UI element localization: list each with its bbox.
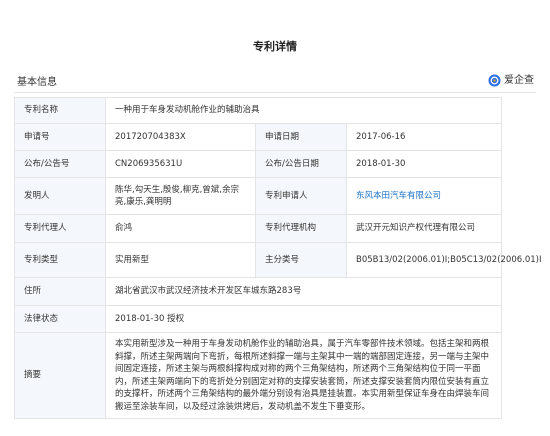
- table-row: 申请号 201720704383X 申请日期 2017-06-16: [14, 123, 503, 151]
- abstract-value: 本实用新型涉及一种用于车身发动机舱作业的辅助治具，属于汽车零部件技术领域。包括主…: [104, 332, 503, 419]
- aiqicha-link[interactable]: 爱企查: [488, 71, 534, 87]
- agent-value: 俞鸿: [105, 214, 256, 243]
- legal-status-value: 2018-01-30 授权: [104, 305, 503, 333]
- patent-name-value: 一种用于车身发动机舱作业的辅助治具: [104, 97, 503, 124]
- publication-number-value: CN206935631U: [105, 150, 256, 178]
- legal-status-label: 法律状态: [14, 305, 106, 333]
- table-row: 法律状态 2018-01-30 授权: [14, 305, 503, 333]
- inventor-label: 发明人: [14, 177, 106, 215]
- main-class-value: B05B13/02(2006.01)I;B05C13/02(2006.01)I: [345, 242, 542, 278]
- section-header: 基本信息 爱企查: [0, 63, 550, 93]
- agency-label: 专利代理机构: [255, 214, 347, 243]
- table-row: 发明人 陈华,勾天生,殷俊,柳克,曾斌,余宗亮,康乐,龚明明 专利申请人 东风本…: [14, 177, 503, 215]
- section-title: 基本信息: [17, 77, 57, 88]
- abstract-label: 摘要: [14, 332, 106, 419]
- patent-type-label: 专利类型: [14, 242, 106, 278]
- address-value: 湖北省武汉市武汉经济技术开发区车城东路283号: [104, 277, 503, 306]
- application-number-label: 申请号: [14, 123, 106, 151]
- publication-date-label: 公布/公告日期: [255, 150, 347, 178]
- agency-value: 武汉开元知识产权代理有限公司: [345, 214, 503, 243]
- application-date-value: 2017-06-16: [345, 123, 503, 151]
- table-row: 专利类型 实用新型 主分类号 B05B13/02(2006.01)I;B05C1…: [14, 242, 542, 278]
- applicant-label: 专利申请人: [255, 177, 347, 215]
- inventor-value: 陈华,勾天生,殷俊,柳克,曾斌,余宗亮,康乐,龚明明: [105, 177, 256, 215]
- patent-type-value: 实用新型: [105, 242, 256, 278]
- section-divider: [14, 92, 536, 93]
- agent-label: 专利代理人: [14, 214, 106, 243]
- publication-number-label: 公布/公告号: [14, 150, 106, 178]
- table-row: 专利名称 一种用于车身发动机舱作业的辅助治具: [14, 97, 503, 124]
- table-row: 摘要 本实用新型涉及一种用于车身发动机舱作业的辅助治具，属于汽车零部件技术领域。…: [14, 332, 503, 419]
- aiqicha-label: 爱企查: [504, 75, 534, 86]
- patent-info-table: 专利名称 一种用于车身发动机舱作业的辅助治具 申请号 201720704383X…: [14, 97, 542, 419]
- table-row: 专利代理人 俞鸿 专利代理机构 武汉开元知识产权代理有限公司: [14, 214, 503, 243]
- address-label: 住所: [14, 277, 106, 306]
- patent-name-label: 专利名称: [14, 97, 106, 124]
- aiqicha-logo-icon: [488, 72, 501, 87]
- table-row: 住所 湖北省武汉市武汉经济技术开发区车城东路283号: [14, 277, 503, 306]
- table-row: 公布/公告号 CN206935631U 公布/公告日期 2018-01-30: [14, 150, 503, 178]
- page-title: 专利详情: [253, 40, 297, 53]
- application-date-label: 申请日期: [255, 123, 347, 151]
- application-number-value: 201720704383X: [105, 123, 256, 151]
- publication-date-value: 2018-01-30: [345, 150, 503, 178]
- main-class-label: 主分类号: [255, 242, 347, 278]
- applicant-link[interactable]: 东风本田汽车有限公司: [356, 191, 441, 201]
